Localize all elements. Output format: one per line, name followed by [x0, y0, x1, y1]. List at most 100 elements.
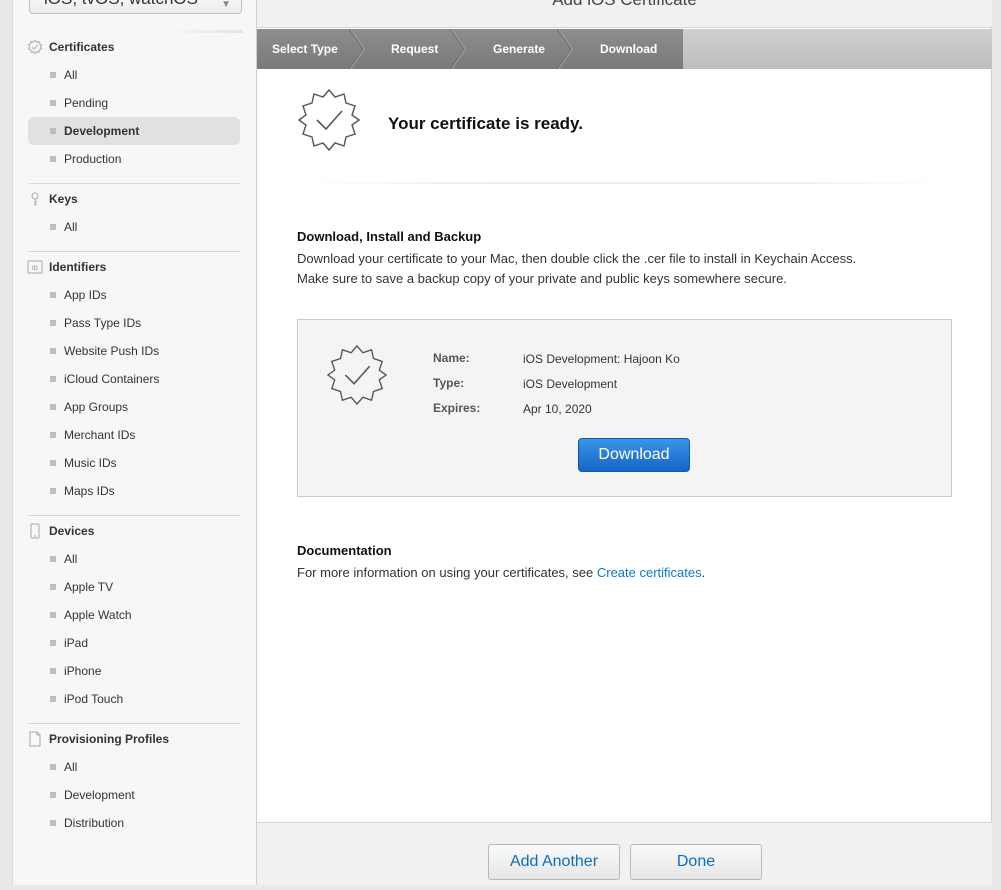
cert-type-label: Type: [433, 376, 465, 390]
sidebar-item-pass-type-ids[interactable]: Pass Type IDs [28, 309, 240, 337]
sidebar-item-ipod-touch[interactable]: iPod Touch [28, 685, 240, 713]
section-certificates: Certificates All Pending Development Pro… [13, 33, 256, 173]
sidebar-item-label: App IDs [64, 288, 107, 302]
sidebar-item-label: Merchant IDs [64, 428, 136, 442]
section-header-identifiers[interactable]: ID Identifiers [13, 253, 256, 281]
section-header-provisioning-profiles[interactable]: Provisioning Profiles [13, 725, 256, 753]
section-divider [297, 182, 952, 184]
page-header: Add iOS Certificate [257, 0, 992, 28]
sidebar-item-certificates-development[interactable]: Development [28, 117, 240, 145]
sidebar-item-merchant-ids[interactable]: Merchant IDs [28, 421, 240, 449]
step-generate: Generate [493, 42, 546, 56]
sidebar-item-label: All [64, 552, 78, 566]
section-devices: Devices All Apple TV Apple Watch iPad iP… [13, 517, 256, 713]
sidebar-divider [29, 251, 240, 252]
cert-expires-label: Expires: [433, 401, 481, 415]
sidebar-divider [29, 515, 240, 516]
sidebar-item-apple-tv[interactable]: Apple TV [28, 573, 240, 601]
sidebar-item-label: Music IDs [64, 456, 117, 470]
sidebar-item-label: iPod Touch [64, 692, 124, 706]
add-another-button[interactable]: Add Another [488, 844, 620, 880]
sidebar-item-app-groups[interactable]: App Groups [28, 393, 240, 421]
certificate-ready-heading: Your certificate is ready. [388, 114, 583, 133]
download-button[interactable]: Download [578, 438, 690, 472]
sidebar: iOS, tvOS, watchOS ▼ Certificates All Pe… [12, 0, 257, 885]
sidebar-item-certificates-all[interactable]: All [28, 61, 240, 89]
certificate-details-card: Name: iOS Development: Hajoon Ko Type: i… [297, 319, 952, 497]
done-button[interactable]: Done [630, 844, 762, 880]
certificate-ready-icon [297, 88, 361, 152]
documentation-text-before: For more information on using your certi… [297, 565, 597, 580]
sidebar-item-ipad[interactable]: iPad [28, 629, 240, 657]
step-progress-bar: Select Type Request Generate Download [257, 29, 992, 69]
section-title: Identifiers [49, 260, 107, 274]
sidebar-item-profiles-distribution[interactable]: Distribution [28, 809, 240, 837]
section-keys: Keys All [13, 185, 256, 241]
section-header-keys[interactable]: Keys [13, 185, 256, 213]
sidebar-item-label: iPad [64, 636, 89, 650]
sidebar-item-website-push-ids[interactable]: Website Push IDs [28, 337, 240, 365]
step-request: Request [391, 42, 439, 56]
sidebar-item-certificates-pending[interactable]: Pending [28, 89, 240, 117]
sidebar-item-label: Apple Watch [64, 608, 132, 622]
step-separator-icon [349, 29, 365, 69]
sidebar-item-icloud-containers[interactable]: iCloud Containers [28, 365, 240, 393]
step-select-type: Select Type [272, 42, 338, 56]
svg-text:ID: ID [32, 266, 39, 272]
section-identifiers: ID Identifiers App IDs Pass Type IDs Web… [13, 253, 256, 505]
sidebar-item-label: Pass Type IDs [64, 316, 142, 330]
sidebar-item-app-ids[interactable]: App IDs [28, 281, 240, 309]
key-icon [31, 192, 39, 206]
section-header-certificates[interactable]: Certificates [13, 33, 256, 61]
certificate-icon [326, 344, 388, 406]
cert-name-value: iOS Development: Hajoon Ko [523, 352, 680, 366]
main-panel: Add iOS Certificate Select Type Request … [257, 0, 992, 885]
section-header-devices[interactable]: Devices [13, 517, 256, 545]
device-icon [30, 523, 40, 539]
footer-bar: Add Another Done [257, 822, 992, 885]
download-instructions-line2: Make sure to save a backup copy of your … [297, 271, 787, 286]
section-provisioning-profiles: Provisioning Profiles All Development Di… [13, 725, 256, 837]
chevron-down-icon: ▼ [221, 0, 231, 10]
sidebar-item-label: Apple TV [64, 580, 114, 594]
section-title: Keys [49, 192, 78, 206]
page-title: Add iOS Certificate [552, 0, 697, 9]
sidebar-item-devices-all[interactable]: All [28, 545, 240, 573]
sidebar-item-label: All [64, 68, 78, 82]
sidebar-item-label: All [64, 220, 78, 234]
sidebar-item-label: iPhone [64, 664, 102, 678]
sidebar-item-iphone[interactable]: iPhone [28, 657, 240, 685]
step-separator-icon [557, 29, 573, 69]
sidebar-item-keys-all[interactable]: All [28, 213, 240, 241]
sidebar-item-maps-ids[interactable]: Maps IDs [28, 477, 240, 505]
sidebar-item-apple-watch[interactable]: Apple Watch [28, 601, 240, 629]
section-title: Devices [49, 524, 95, 538]
sidebar-item-label: Pending [64, 96, 109, 110]
platform-select[interactable]: iOS, tvOS, watchOS ▼ [29, 0, 242, 14]
section-title: Certificates [49, 40, 115, 54]
sidebar-item-label: Distribution [64, 816, 125, 830]
section-title: Provisioning Profiles [49, 732, 170, 746]
sidebar-item-label: All [64, 760, 78, 774]
document-icon [29, 731, 41, 747]
sidebar-item-profiles-all[interactable]: All [28, 753, 240, 781]
id-icon: ID [27, 260, 43, 274]
download-section-heading: Download, Install and Backup [297, 229, 482, 244]
download-instructions-line1: Download your certificate to your Mac, t… [297, 251, 857, 266]
documentation-text-after: . [701, 565, 706, 580]
sidebar-item-label: Production [64, 152, 122, 166]
sidebar-item-label: Maps IDs [64, 484, 115, 498]
sidebar-divider [29, 723, 240, 724]
cert-name-label: Name: [433, 351, 470, 365]
create-certificates-link[interactable]: Create certificates [597, 565, 702, 580]
sidebar-item-label: App Groups [64, 400, 129, 414]
step-download: Download [600, 42, 658, 56]
sidebar-item-label: Development [64, 788, 135, 802]
sidebar-item-certificates-production[interactable]: Production [28, 145, 240, 173]
step-separator-icon [450, 29, 466, 69]
sidebar-item-music-ids[interactable]: Music IDs [28, 449, 240, 477]
documentation-text: For more information on using your certi… [297, 563, 705, 583]
cert-expires-value: Apr 10, 2020 [523, 402, 592, 416]
certificate-icon [27, 39, 43, 55]
sidebar-item-profiles-development[interactable]: Development [28, 781, 240, 809]
